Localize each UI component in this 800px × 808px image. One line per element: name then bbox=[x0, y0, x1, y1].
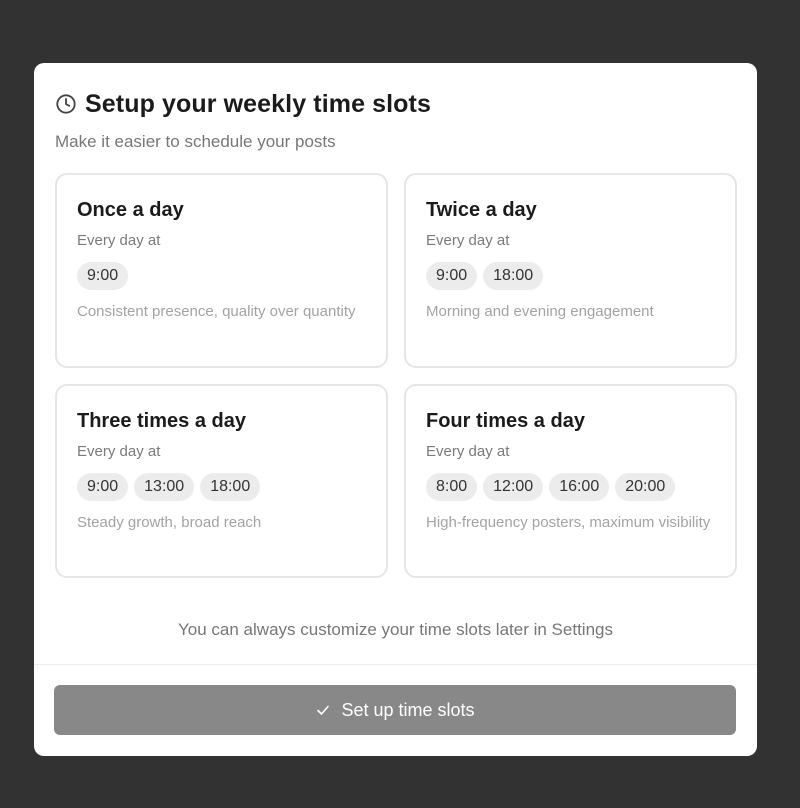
option-card-three-times[interactable]: Three times a day Every day at 9:00 13:0… bbox=[55, 384, 388, 578]
time-slots-modal: Setup your weekly time slots Make it eas… bbox=[34, 63, 757, 756]
time-chip: 18:00 bbox=[200, 473, 261, 501]
time-chip: 20:00 bbox=[615, 473, 676, 501]
option-description: High-frequency posters, maximum visibili… bbox=[426, 514, 711, 531]
time-chip: 12:00 bbox=[483, 473, 544, 501]
option-card-once[interactable]: Once a day Every day at 9:00 Consistent … bbox=[55, 173, 388, 368]
set-up-time-slots-button[interactable]: Set up time slots bbox=[54, 685, 736, 735]
time-chip: 9:00 bbox=[77, 262, 129, 290]
time-chips: 9:00 18:00 bbox=[426, 262, 715, 290]
option-description: Consistent presence, quality over quanti… bbox=[77, 303, 356, 320]
clock-icon bbox=[55, 93, 77, 115]
option-subtitle: Every day at bbox=[77, 232, 161, 249]
time-chip: 16:00 bbox=[549, 473, 610, 501]
time-chip: 8:00 bbox=[426, 473, 478, 501]
option-card-four-times[interactable]: Four times a day Every day at 8:00 12:00… bbox=[404, 384, 737, 578]
option-title: Once a day bbox=[77, 199, 184, 221]
option-description: Morning and evening engagement bbox=[426, 303, 654, 320]
modal-header: Setup your weekly time slots Make it eas… bbox=[55, 89, 736, 152]
time-chip: 13:00 bbox=[134, 473, 195, 501]
option-subtitle: Every day at bbox=[77, 443, 161, 460]
option-card-twice[interactable]: Twice a day Every day at 9:00 18:00 Morn… bbox=[404, 173, 737, 368]
time-chips: 9:00 bbox=[77, 262, 366, 290]
option-description: Steady growth, broad reach bbox=[77, 514, 262, 531]
time-chips: 9:00 13:00 18:00 bbox=[77, 473, 366, 501]
modal-title: Setup your weekly time slots bbox=[85, 89, 431, 118]
option-title: Three times a day bbox=[77, 410, 246, 432]
option-title: Twice a day bbox=[426, 199, 537, 221]
check-icon bbox=[315, 702, 331, 718]
option-subtitle: Every day at bbox=[426, 443, 510, 460]
footer-divider bbox=[34, 664, 757, 665]
option-title: Four times a day bbox=[426, 410, 585, 432]
set-up-time-slots-label: Set up time slots bbox=[341, 699, 475, 720]
frequency-options-grid: Once a day Every day at 9:00 Consistent … bbox=[55, 173, 737, 578]
modal-subtitle: Make it easier to schedule your posts bbox=[55, 132, 336, 151]
time-chip: 9:00 bbox=[77, 473, 129, 501]
time-chips: 8:00 12:00 16:00 20:00 bbox=[426, 473, 715, 501]
title-row: Setup your weekly time slots bbox=[55, 89, 736, 119]
time-chip: 18:00 bbox=[483, 262, 544, 290]
option-subtitle: Every day at bbox=[426, 232, 510, 249]
settings-note: You can always customize your time slots… bbox=[178, 620, 613, 639]
time-chip: 9:00 bbox=[426, 262, 478, 290]
